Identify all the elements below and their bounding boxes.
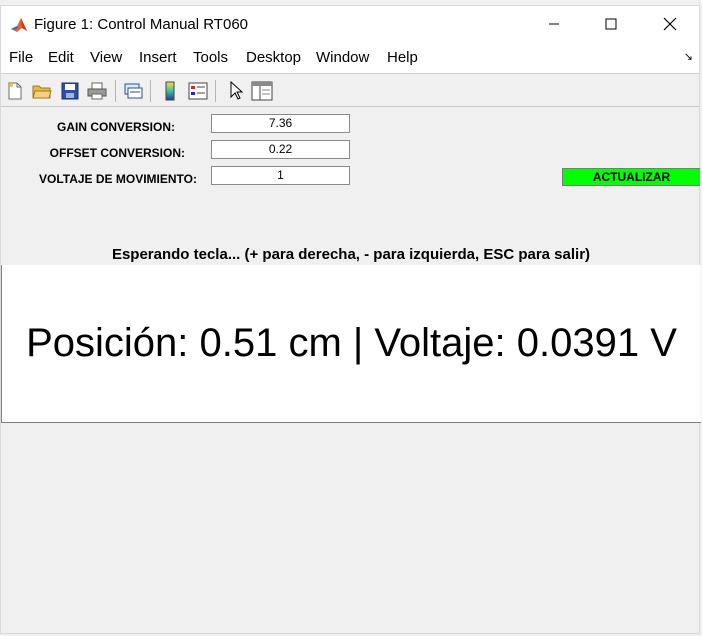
pointer-icon[interactable] <box>225 80 247 102</box>
toolbar-separator <box>115 80 116 102</box>
legend-icon[interactable] <box>187 80 209 102</box>
readout-panel: Posición: 0.51 cm | Voltaje: 0.0391 V <box>1 265 701 423</box>
matlab-logo-icon <box>9 15 29 35</box>
offset-conversion-input[interactable]: 0.22 <box>211 140 350 159</box>
print-icon[interactable] <box>86 80 108 102</box>
gain-conversion-input[interactable]: 7.36 <box>211 114 350 133</box>
menu-edit[interactable]: Edit <box>48 49 74 66</box>
menu-desktop[interactable]: Desktop <box>246 49 301 66</box>
minimize-icon[interactable] <box>531 6 577 42</box>
title-bar[interactable]: Figure 1: Control Manual RT060 <box>1 6 699 42</box>
toolbar-separator <box>150 80 151 102</box>
position-voltage-readout: Posición: 0.51 cm | Voltaje: 0.0391 V <box>26 321 677 365</box>
menu-bar: File Edit View Insert Tools Desktop Wind… <box>1 42 699 74</box>
voltage-movement-label: VOLTAJE DE MOVIMIENTO: <box>38 172 197 186</box>
menu-tools[interactable]: Tools <box>193 49 228 66</box>
window-title: Figure 1: Control Manual RT060 <box>34 16 248 33</box>
save-icon[interactable] <box>59 80 81 102</box>
open-folder-icon[interactable] <box>31 80 53 102</box>
colorbar-icon[interactable] <box>159 80 181 102</box>
menu-help[interactable]: Help <box>387 49 418 66</box>
menu-view[interactable]: View <box>90 49 122 66</box>
menu-window[interactable]: Window <box>316 49 369 66</box>
new-file-icon[interactable] <box>4 80 26 102</box>
menu-file[interactable]: File <box>9 49 33 66</box>
offset-conversion-label: OFFSET CONVERSION: <box>49 146 185 160</box>
toolbar <box>1 74 699 107</box>
property-editor-icon[interactable] <box>251 80 273 102</box>
link-plot-icon[interactable] <box>122 80 144 102</box>
status-message: Esperando tecla... (+ para derecha, - pa… <box>111 246 591 263</box>
dock-arrow-icon[interactable]: ↘ <box>684 50 693 63</box>
voltage-movement-input[interactable]: 1 <box>211 166 350 185</box>
menu-insert[interactable]: Insert <box>139 49 177 66</box>
gain-conversion-label: GAIN CONVERSION: <box>56 120 175 134</box>
close-icon[interactable] <box>647 6 693 42</box>
maximize-icon[interactable] <box>588 6 634 42</box>
figure-window: Figure 1: Control Manual RT060 File Edit… <box>0 5 701 634</box>
update-button[interactable]: ACTUALIZAR <box>562 168 700 186</box>
toolbar-separator <box>215 80 216 102</box>
